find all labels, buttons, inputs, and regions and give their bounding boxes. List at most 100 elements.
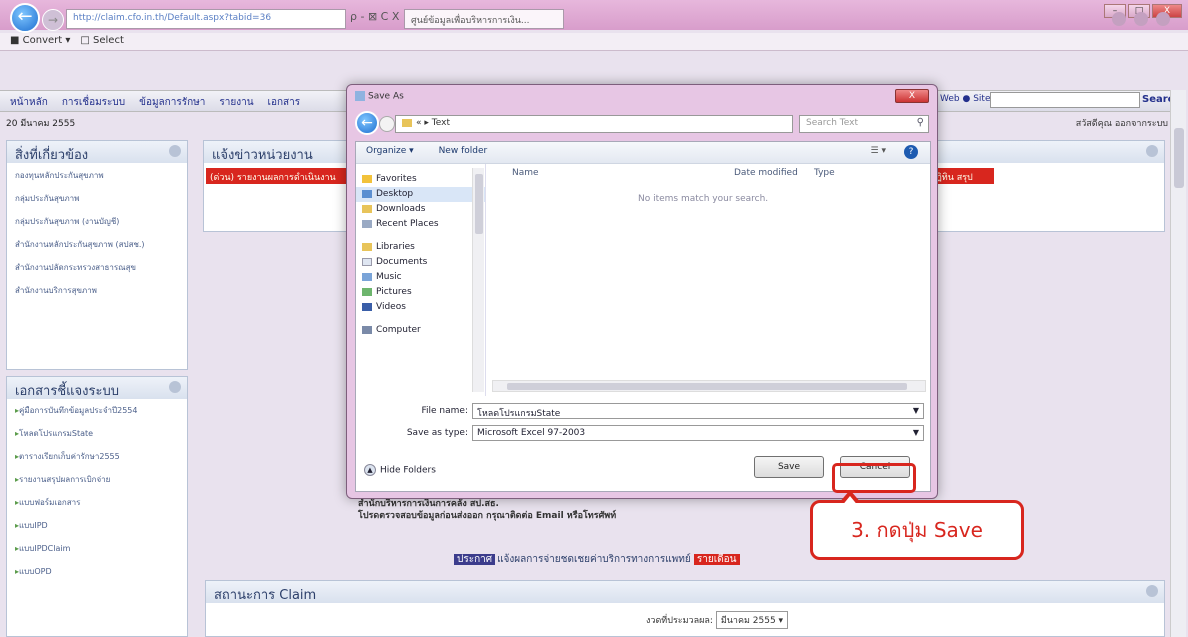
callout-pointer-inner xyxy=(841,496,859,507)
save-button[interactable]: Save xyxy=(754,456,824,478)
search-icon[interactable]: ⚲ xyxy=(917,117,924,128)
claim-period-select[interactable]: มีนาคม 2555 ▾ xyxy=(715,611,789,629)
gear-icon[interactable] xyxy=(1156,12,1170,26)
claim-panel-title: สถานะการ Claim xyxy=(214,588,317,603)
related-item[interactable]: สำนักงานบริการสุขภาพ xyxy=(7,278,187,301)
nav-item-docs[interactable]: เอกสาร xyxy=(268,95,301,108)
convert-button[interactable]: ■ Convert ▾ xyxy=(10,35,70,48)
page-scroll-thumb[interactable] xyxy=(1174,128,1184,188)
dialog-title-text: Save As xyxy=(368,91,404,102)
doc-item[interactable]: โหลดโปรแกรมState xyxy=(7,422,187,445)
collapse-icon[interactable] xyxy=(1146,585,1158,597)
folder-search-input[interactable]: Search Text ⚲ xyxy=(799,115,929,133)
tree-item-recent[interactable]: Recent Places xyxy=(356,217,485,232)
tree-label: Desktop xyxy=(376,189,414,199)
nav-item-report[interactable]: รายงาน xyxy=(219,95,253,108)
related-item[interactable]: กองทุนหลักประกันสุขภาพ xyxy=(7,163,187,186)
savetype-select[interactable]: Microsoft Excel 97-2003 ▼ xyxy=(472,425,924,441)
tree-item-desktop[interactable]: Desktop xyxy=(356,187,485,202)
hide-folders-toggle[interactable]: ▲ Hide Folders xyxy=(364,464,436,476)
folder-path-bar[interactable]: « ▸ Text xyxy=(395,115,793,133)
documents-icon xyxy=(362,258,372,266)
related-item[interactable]: สำนักงานปลัดกระทรวงสาธารณสุข xyxy=(7,255,187,278)
dialog-toolbar: Organize ▾ New folder ☰ ▾ ? xyxy=(356,142,930,164)
user-greeting[interactable]: สวัสดีคุณ ออกจากระบบ xyxy=(1076,116,1168,130)
notice-highlight[interactable]: รายเดือน xyxy=(693,554,740,565)
chevron-down-icon[interactable]: ▼ xyxy=(913,428,919,437)
tree-libraries[interactable]: Libraries xyxy=(356,240,485,255)
web-site-toggle[interactable]: Web ● Site xyxy=(940,94,990,104)
file-list: Name Date modified Type No items match y… xyxy=(488,164,930,396)
payment-notice[interactable]: ประกาศ แจ้งผลการจ่ายชดเชยค่าบริการทางการแ… xyxy=(454,552,740,567)
organize-menu[interactable]: Organize ▾ xyxy=(366,146,414,156)
related-item[interactable]: กลุ่มประกันสุขภาพ (งานบัญชี) xyxy=(7,209,187,232)
pictures-icon xyxy=(362,288,372,296)
savetype-label: Save as type: xyxy=(406,428,468,438)
tree-item-documents[interactable]: Documents xyxy=(356,255,485,270)
doc-item[interactable]: ตารางเรียกเก็บค่ารักษา2555 xyxy=(7,445,187,468)
doc-item[interactable]: คู่มือการบันทึกข้อมูลประจำปี2554 xyxy=(7,399,187,422)
browser-tab[interactable]: ศูนย์ข้อมูลเพื่อบริหารการเงิน... xyxy=(404,9,564,29)
tree-label: Favorites xyxy=(376,174,417,184)
home-icon[interactable] xyxy=(1112,12,1126,26)
new-folder-button[interactable]: New folder xyxy=(439,146,488,156)
search-placeholder: Search Text xyxy=(806,118,858,128)
forward-arrow-icon[interactable] xyxy=(379,116,395,132)
tree-scroll-thumb[interactable] xyxy=(475,174,483,234)
tree-label: Pictures xyxy=(376,287,412,297)
contact-line-2: โปรดตรวจสอบข้อมูลก่อนส่งออก กรุณาติดต่อ … xyxy=(358,511,617,521)
chevron-up-icon: ▲ xyxy=(364,464,376,476)
address-bar[interactable]: http://claim.cfo.in.th/Default.aspx?tabi… xyxy=(66,9,346,29)
address-tools[interactable]: ρ - ⊠ C X xyxy=(350,10,399,23)
help-icon[interactable]: ? xyxy=(904,145,918,159)
doc-item[interactable]: รายงานสรุปผลการเบิกจ่าย xyxy=(7,468,187,491)
filename-value: โหลดโปรแกรมState xyxy=(477,409,561,419)
tree-label: Music xyxy=(376,272,402,282)
hide-folders-label: Hide Folders xyxy=(380,465,436,476)
tree-item-videos[interactable]: Videos xyxy=(356,300,485,315)
dialog-close-button[interactable]: X xyxy=(895,89,929,103)
doc-item[interactable]: แบบOPD xyxy=(7,560,187,583)
back-arrow-icon[interactable]: ← xyxy=(355,111,379,135)
star-icon[interactable] xyxy=(1134,12,1148,26)
tree-item-downloads[interactable]: Downloads xyxy=(356,202,485,217)
convert-label: Convert xyxy=(22,35,63,46)
nav-item-treatment[interactable]: ข้อมูลการรักษา xyxy=(139,95,205,108)
related-item[interactable]: กลุ่มประกันสุขภาพ xyxy=(7,186,187,209)
site-search-input[interactable] xyxy=(990,92,1140,108)
page-scrollbar[interactable] xyxy=(1170,90,1186,637)
collapse-icon[interactable] xyxy=(169,145,181,157)
view-menu[interactable]: ☰ ▾ xyxy=(871,146,886,156)
tree-scrollbar[interactable] xyxy=(472,168,484,392)
collapse-icon[interactable] xyxy=(169,381,181,393)
dialog-body: Organize ▾ New folder ☰ ▾ ? Favorites De… xyxy=(355,141,931,492)
select-button[interactable]: □ Select xyxy=(80,35,124,48)
column-type[interactable]: Type xyxy=(814,168,835,178)
related-panel: สิ่งที่เกี่ยวข้อง กองทุนหลักประกันสุขภาพ… xyxy=(6,140,188,370)
nav-item-connect[interactable]: การเชื่อมระบบ xyxy=(62,95,125,108)
chevron-down-icon[interactable]: ▼ xyxy=(913,406,919,415)
doc-item[interactable]: แบบฟอร์มเอกสาร xyxy=(7,491,187,514)
filename-input[interactable]: โหลดโปรแกรมState ▼ xyxy=(472,403,924,419)
column-name[interactable]: Name xyxy=(512,168,539,178)
doc-item[interactable]: แบบIPDClaim xyxy=(7,537,187,560)
related-item[interactable]: สำนักงานหลักประกันสุขภาพ (สปสช.) xyxy=(7,232,187,255)
tree-item-music[interactable]: Music xyxy=(356,270,485,285)
tree-item-pictures[interactable]: Pictures xyxy=(356,285,485,300)
forward-arrow-icon[interactable]: → xyxy=(42,9,64,31)
savetype-row: Save as type: Microsoft Excel 97-2003 ▼ xyxy=(356,424,930,444)
column-date-modified[interactable]: Date modified xyxy=(734,168,798,178)
hscroll-thumb[interactable] xyxy=(507,383,907,390)
dialog-nav: ← « ▸ Text Search Text ⚲ xyxy=(355,109,931,137)
path-text: Text xyxy=(431,118,450,128)
file-list-hscroll[interactable] xyxy=(492,380,926,392)
filename-row: File name: โหลดโปรแกรมState ▼ xyxy=(356,402,930,422)
back-arrow-icon[interactable]: ← xyxy=(10,3,40,33)
instruction-callout: 3. กดปุ่ม Save xyxy=(810,500,1024,560)
nav-item-home[interactable]: หน้าหลัก xyxy=(10,95,48,108)
tree-favorites[interactable]: Favorites xyxy=(356,172,485,187)
tree-computer[interactable]: Computer xyxy=(356,323,485,338)
collapse-icon[interactable] xyxy=(1146,145,1158,157)
empty-message: No items match your search. xyxy=(638,194,769,204)
doc-item[interactable]: แบบIPD xyxy=(7,514,187,537)
